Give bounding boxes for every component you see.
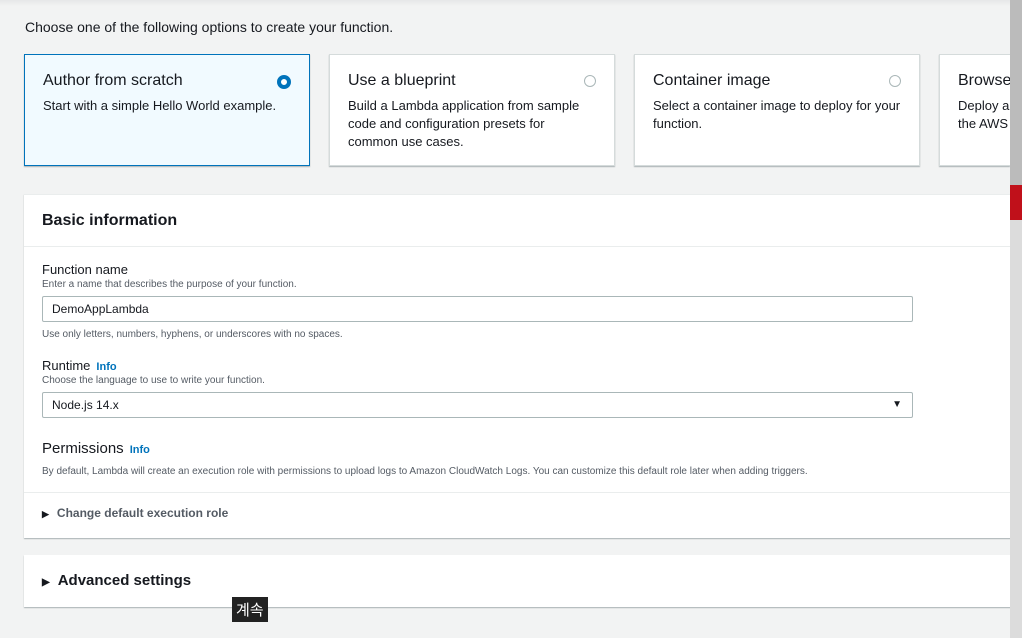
option-title: Use a blueprint xyxy=(348,72,456,89)
option-description: Build a Lambda application from sample c… xyxy=(348,98,580,149)
function-name-constraint: Use only letters, numbers, hyphens, or u… xyxy=(42,329,343,340)
option-author-from-scratch[interactable]: Author from scratch Start with a simple … xyxy=(24,54,310,166)
runtime-value: Node.js 14.x xyxy=(52,398,119,412)
advanced-settings-label: Advanced settings xyxy=(57,572,192,589)
option-description: Deploy a sample Lambda application from … xyxy=(958,98,1010,131)
function-name-label: Function name xyxy=(42,262,128,277)
caret-right-icon: ▶ xyxy=(42,509,49,519)
option-description: Start with a simple Hello World example. xyxy=(43,98,277,113)
intro-text: Choose one of the following options to c… xyxy=(25,19,394,35)
option-title: Container image xyxy=(653,72,771,89)
advanced-settings-expander[interactable]: ▶ Advanced settings xyxy=(24,555,1022,607)
function-name-hint: Enter a name that describes the purpose … xyxy=(42,279,297,290)
panel-title: Basic information xyxy=(24,195,1022,247)
video-caption: 계속 xyxy=(232,597,268,622)
runtime-select[interactable]: Node.js 14.x ▼ xyxy=(42,392,913,418)
option-title: Browse serverless app repository xyxy=(958,72,1010,89)
option-use-a-blueprint[interactable]: Use a blueprint Build a Lambda applicati… xyxy=(329,54,615,166)
scrollbar-marker xyxy=(1010,185,1022,220)
option-title: Author from scratch xyxy=(43,72,183,89)
radio-unselected[interactable] xyxy=(584,75,596,87)
permissions-description: By default, Lambda will create an execut… xyxy=(42,466,808,477)
permissions-title: Permissions xyxy=(42,440,124,457)
option-browse-serverless[interactable]: Browse serverless app repository Deploy … xyxy=(939,54,1010,166)
function-name-input[interactable]: DemoAppLambda xyxy=(42,296,913,322)
caret-down-icon: ▼ xyxy=(892,399,902,410)
function-name-field: Function name Enter a name that describe… xyxy=(42,262,297,290)
change-execution-role-expander[interactable]: ▶ Change default execution role xyxy=(24,492,1022,538)
permissions-info-link[interactable]: Info xyxy=(130,444,150,456)
runtime-label: Runtime xyxy=(42,358,91,373)
caret-right-icon: ▶ xyxy=(42,577,50,588)
runtime-label-row: Runtime Info xyxy=(42,358,265,373)
runtime-field: Runtime Info Choose the language to use t… xyxy=(42,358,265,386)
radio-selected[interactable] xyxy=(277,75,291,89)
option-description: Select a container image to deploy for y… xyxy=(653,98,901,131)
permissions-section: Permissions Info By default, Lambda will … xyxy=(42,440,942,477)
runtime-info-link[interactable]: Info xyxy=(96,361,116,373)
option-container-image[interactable]: Container image Select a container image… xyxy=(634,54,920,166)
top-fade xyxy=(0,0,1010,6)
runtime-hint: Choose the language to use to write your… xyxy=(42,375,265,386)
expander-label: Change default execution role xyxy=(56,506,229,520)
radio-unselected[interactable] xyxy=(889,75,901,87)
basic-information-panel: Basic information Function name Enter a … xyxy=(24,194,1022,538)
